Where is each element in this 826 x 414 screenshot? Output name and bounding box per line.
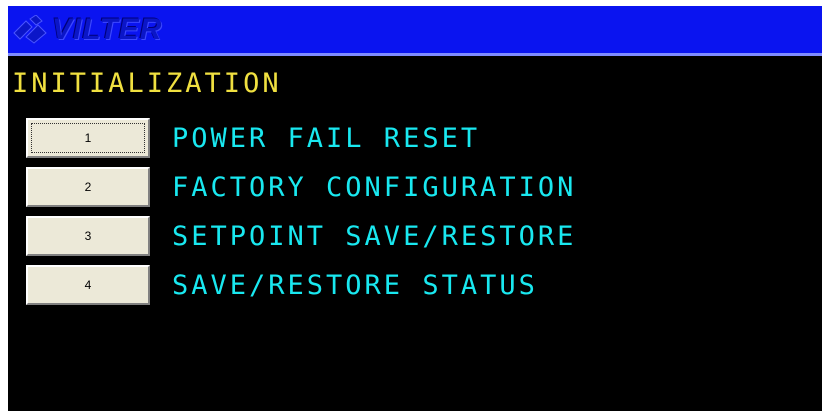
hmi-screen: VILTER INITIALIZATION 1 POWER FAIL RESET…: [8, 6, 822, 411]
save-restore-status-label[interactable]: SAVE/RESTORE STATUS: [172, 270, 538, 301]
setpoint-save-restore-label[interactable]: SETPOINT SAVE/RESTORE: [172, 221, 576, 252]
setpoint-save-restore-button[interactable]: 3: [26, 216, 150, 256]
factory-configuration-button[interactable]: 2: [26, 167, 150, 207]
menu-row-save-restore-status: 4 SAVE/RESTORE STATUS: [26, 261, 576, 309]
menu-row-factory-configuration: 2 FACTORY CONFIGURATION: [26, 163, 576, 211]
factory-configuration-label[interactable]: FACTORY CONFIGURATION: [172, 172, 576, 203]
vilter-logo-mark-icon: [13, 15, 47, 44]
power-fail-reset-label[interactable]: POWER FAIL RESET: [172, 123, 480, 154]
menu-row-power-fail-reset: 1 POWER FAIL RESET: [26, 114, 576, 162]
save-restore-status-button[interactable]: 4: [26, 265, 150, 305]
menu-row-setpoint-save-restore: 3 SETPOINT SAVE/RESTORE: [26, 212, 576, 260]
logo-text: VILTER: [52, 13, 163, 46]
page-title: INITIALIZATION: [12, 68, 282, 99]
header-bar: VILTER: [8, 6, 822, 56]
vilter-logo: VILTER: [12, 12, 162, 48]
initialization-menu: 1 POWER FAIL RESET 2 FACTORY CONFIGURATI…: [26, 114, 576, 310]
power-fail-reset-button[interactable]: 1: [26, 118, 150, 158]
